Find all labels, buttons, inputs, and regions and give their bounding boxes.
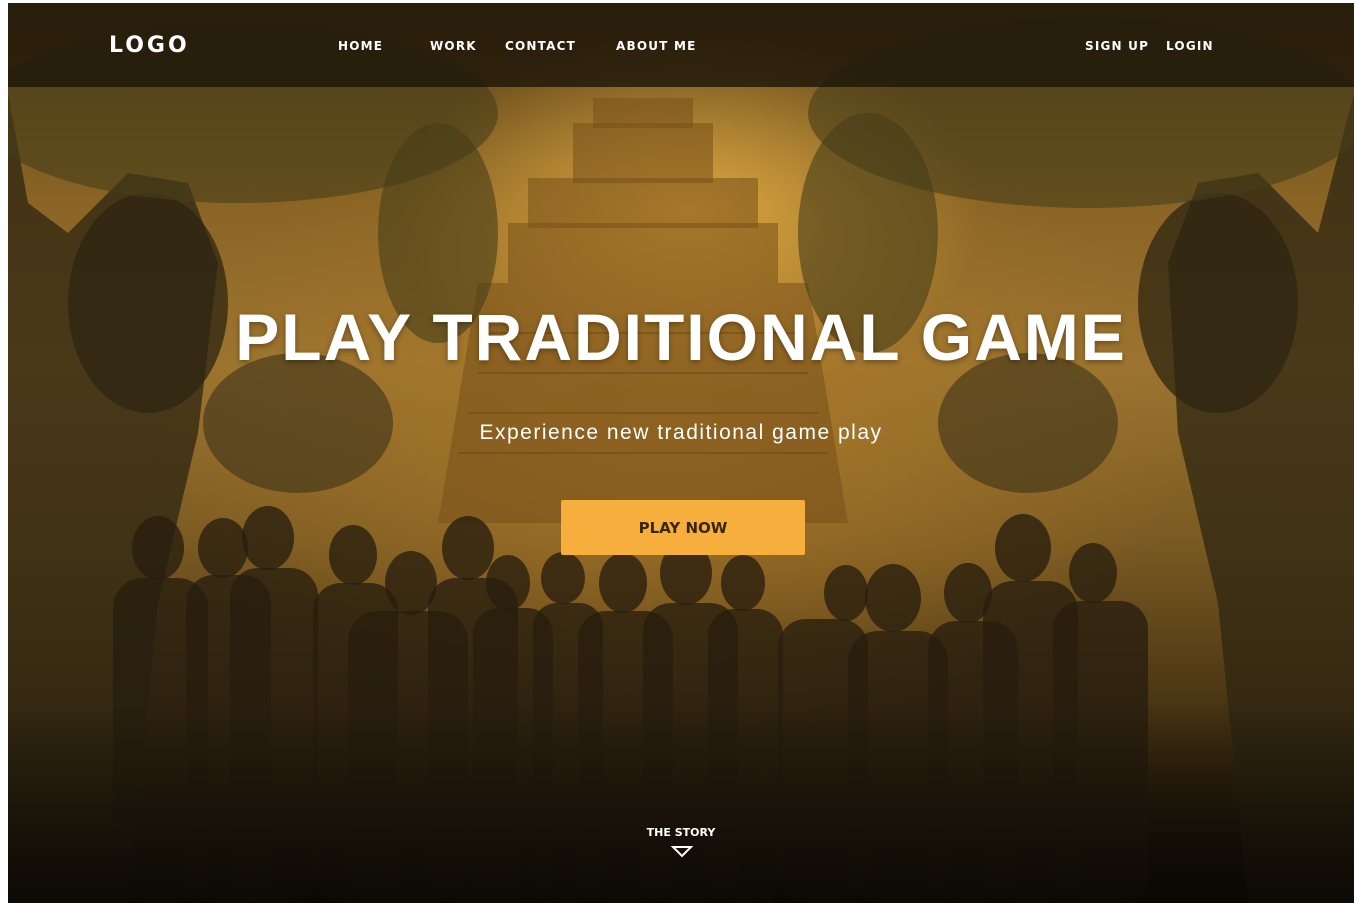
- the-story-link[interactable]: THE STORY: [8, 826, 1354, 839]
- nav-link-work[interactable]: WORK: [430, 39, 477, 53]
- play-now-button[interactable]: PLAY NOW: [561, 500, 805, 555]
- nav-link-home[interactable]: HOME: [338, 39, 383, 53]
- nav-link-about-me[interactable]: ABOUT ME: [616, 39, 696, 53]
- chevron-down-icon[interactable]: [671, 845, 693, 859]
- hero-subtitle: Experience new traditional game play: [479, 421, 883, 444]
- logo[interactable]: LOGO: [109, 33, 190, 58]
- hero-background-image: [8, 18, 1354, 903]
- top-navigation-bar: LOGO HOME WORK CONTACT ABOUT ME SIGN UP …: [8, 3, 1354, 87]
- nav-link-contact[interactable]: CONTACT: [505, 39, 576, 53]
- hero-title: PLAY TRADITIONAL GAME: [235, 300, 1127, 374]
- hero-section: LOGO HOME WORK CONTACT ABOUT ME SIGN UP …: [8, 3, 1354, 903]
- login-link[interactable]: LOGIN: [1166, 39, 1214, 53]
- sign-up-link[interactable]: SIGN UP: [1085, 39, 1149, 53]
